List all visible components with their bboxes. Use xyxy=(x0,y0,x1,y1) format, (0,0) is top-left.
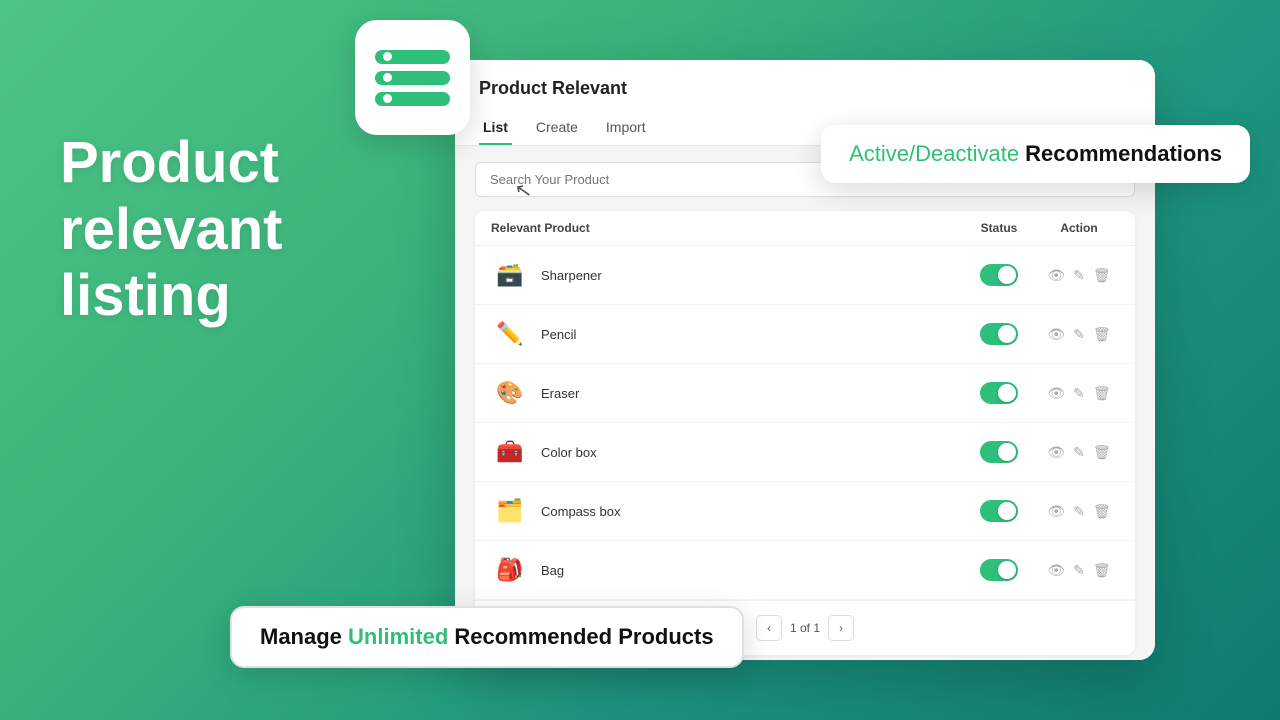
product-name-compassbox: Compass box xyxy=(541,504,620,519)
logo-bar-3 xyxy=(375,92,450,106)
logo-dot-3 xyxy=(383,94,392,103)
callout-bottom-text: Manage Unlimited Recommended Products xyxy=(260,624,714,649)
delete-icon-bag[interactable]: 🗑 xyxy=(1093,562,1111,579)
callout-bottom-prefix: Manage xyxy=(260,624,348,649)
status-sharpener xyxy=(959,264,1039,286)
pagination-label: 1 of 1 xyxy=(790,621,820,635)
edit-icon-compassbox[interactable]: ✎ xyxy=(1073,503,1085,520)
table-row: 🗂️ Compass box 👁 ✎ 🗑 xyxy=(475,482,1135,541)
toggle-bag[interactable] xyxy=(980,559,1018,581)
status-colorbox xyxy=(959,441,1039,463)
logo-bar-1 xyxy=(375,50,450,64)
product-name-bag: Bag xyxy=(541,563,564,578)
view-icon-sharpener[interactable]: 👁 xyxy=(1047,267,1065,284)
product-info-eraser: 🎨 Eraser xyxy=(491,374,959,412)
toggle-compassbox[interactable] xyxy=(980,500,1018,522)
table-row: 🎨 Eraser 👁 ✎ 🗑 xyxy=(475,364,1135,423)
actions-eraser: 👁 ✎ 🗑 xyxy=(1039,385,1119,402)
actions-bag: 👁 ✎ 🗑 xyxy=(1039,562,1119,579)
hero-line3: listing xyxy=(60,263,231,328)
toggle-sharpener[interactable] xyxy=(980,264,1018,286)
product-icon-compassbox: 🗂️ xyxy=(491,492,529,530)
actions-pencil: 👁 ✎ 🗑 xyxy=(1039,326,1119,343)
table-header: Relevant Product Status Action xyxy=(475,211,1135,246)
status-pencil xyxy=(959,323,1039,345)
product-info-colorbox: 🧰 Color box xyxy=(491,433,959,471)
status-compassbox xyxy=(959,500,1039,522)
delete-icon-compassbox[interactable]: 🗑 xyxy=(1093,503,1111,520)
actions-compassbox: 👁 ✎ 🗑 xyxy=(1039,503,1119,520)
table-row: 🎒 Bag 👁 ✎ 🗑 xyxy=(475,541,1135,600)
tab-create[interactable]: Create xyxy=(532,111,582,145)
toggle-pencil[interactable] xyxy=(980,323,1018,345)
callout-top-badge: Active/Deactivate Recommendations xyxy=(821,125,1250,183)
toggle-eraser[interactable] xyxy=(980,382,1018,404)
callout-bottom-suffix: Products xyxy=(618,624,713,649)
edit-icon-eraser[interactable]: ✎ xyxy=(1073,385,1085,402)
toggle-colorbox[interactable] xyxy=(980,441,1018,463)
hero-line2: relevant xyxy=(60,197,282,262)
tab-import[interactable]: Import xyxy=(602,111,650,145)
logo-card xyxy=(355,20,470,135)
logo-dot-1 xyxy=(383,52,392,61)
pagination-prev[interactable]: ‹ xyxy=(756,615,782,641)
actions-colorbox: 👁 ✎ 🗑 xyxy=(1039,444,1119,461)
product-table: Relevant Product Status Action 🗃️ Sharpe… xyxy=(475,211,1135,655)
tab-list[interactable]: List xyxy=(479,111,512,145)
pagination-next[interactable]: › xyxy=(828,615,854,641)
product-info-compassbox: 🗂️ Compass box xyxy=(491,492,959,530)
status-bag xyxy=(959,559,1039,581)
product-info-bag: 🎒 Bag xyxy=(491,551,959,589)
callout-bottom-green: Unlimited xyxy=(348,624,448,649)
product-icon-pencil: ✏️ xyxy=(491,315,529,353)
delete-icon-colorbox[interactable]: 🗑 xyxy=(1093,444,1111,461)
col-header-product: Relevant Product xyxy=(491,221,959,235)
table-row: 🧰 Color box 👁 ✎ 🗑 xyxy=(475,423,1135,482)
delete-icon-eraser[interactable]: 🗑 xyxy=(1093,385,1111,402)
callout-top-bold: Recommendations xyxy=(1025,141,1222,166)
hero-line1: Product xyxy=(60,130,279,195)
logo-bar-2 xyxy=(375,71,450,85)
edit-icon-bag[interactable]: ✎ xyxy=(1073,562,1085,579)
callout-top-green: Active/Deactivate xyxy=(849,141,1025,166)
view-icon-eraser[interactable]: 👁 xyxy=(1047,385,1065,402)
product-info-sharpener: 🗃️ Sharpener xyxy=(491,256,959,294)
product-icon-sharpener: 🗃️ xyxy=(491,256,529,294)
callout-bottom-middle: Recommended xyxy=(448,624,618,649)
col-header-status: Status xyxy=(959,221,1039,235)
status-eraser xyxy=(959,382,1039,404)
product-name-pencil: Pencil xyxy=(541,327,576,342)
view-icon-bag[interactable]: 👁 xyxy=(1047,562,1065,579)
product-info-pencil: ✏️ Pencil xyxy=(491,315,959,353)
product-name-sharpener: Sharpener xyxy=(541,268,602,283)
delete-icon-pencil[interactable]: 🗑 xyxy=(1093,326,1111,343)
delete-icon-sharpener[interactable]: 🗑 xyxy=(1093,267,1111,284)
product-name-eraser: Eraser xyxy=(541,386,579,401)
edit-icon-sharpener[interactable]: ✎ xyxy=(1073,267,1085,284)
logo-dot-2 xyxy=(383,73,392,82)
table-row: 🗃️ Sharpener 👁 ✎ 🗑 xyxy=(475,246,1135,305)
panel-title: Product Relevant xyxy=(479,78,1131,99)
product-icon-eraser: 🎨 xyxy=(491,374,529,412)
col-header-action: Action xyxy=(1039,221,1119,235)
panel-body: Relevant Product Status Action 🗃️ Sharpe… xyxy=(455,146,1155,660)
actions-sharpener: 👁 ✎ 🗑 xyxy=(1039,267,1119,284)
view-icon-colorbox[interactable]: 👁 xyxy=(1047,444,1065,461)
view-icon-compassbox[interactable]: 👁 xyxy=(1047,503,1065,520)
view-icon-pencil[interactable]: 👁 xyxy=(1047,326,1065,343)
hero-text-block: Product relevant listing xyxy=(60,130,282,330)
product-icon-colorbox: 🧰 xyxy=(491,433,529,471)
edit-icon-pencil[interactable]: ✎ xyxy=(1073,326,1085,343)
callout-top-text: Active/Deactivate Recommendations xyxy=(849,141,1222,167)
edit-icon-colorbox[interactable]: ✎ xyxy=(1073,444,1085,461)
table-row: ✏️ Pencil 👁 ✎ 🗑 xyxy=(475,305,1135,364)
product-icon-bag: 🎒 xyxy=(491,551,529,589)
callout-bottom-badge: Manage Unlimited Recommended Products xyxy=(230,606,744,668)
product-name-colorbox: Color box xyxy=(541,445,597,460)
